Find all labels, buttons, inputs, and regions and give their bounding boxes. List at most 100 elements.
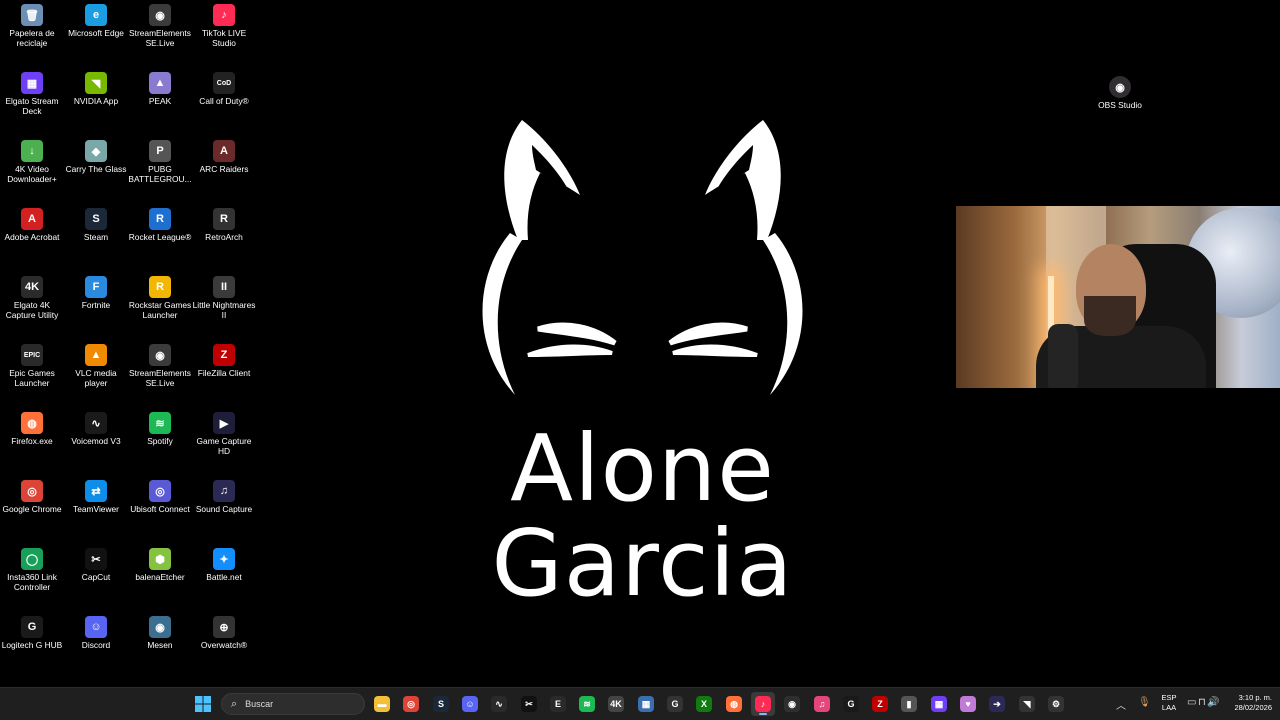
desktop-icon-label: Overwatch® bbox=[200, 640, 248, 650]
taskbar-app-button[interactable]: ▦ bbox=[634, 692, 658, 716]
desktop-icon-label: Rocket League® bbox=[128, 232, 192, 242]
desktop-icon[interactable]: ⇄ TeamViewer bbox=[64, 476, 128, 514]
desktop-icon[interactable]: e Microsoft Edge bbox=[64, 0, 128, 38]
desktop-icon[interactable]: R Rocket League® bbox=[128, 204, 192, 242]
taskbar-app-button[interactable]: ♫ bbox=[810, 692, 834, 716]
desktop-icon[interactable]: Z FileZilla Client bbox=[192, 340, 256, 378]
wallpaper-logo: Alone Garcia bbox=[470, 115, 815, 617]
taskbar-app-button[interactable]: X bbox=[692, 692, 716, 716]
desktop-icon-label: RetroArch bbox=[205, 232, 243, 242]
fortnite-icon: F bbox=[85, 276, 107, 298]
taskbar-app-button[interactable]: S bbox=[429, 692, 453, 716]
desktop-icon[interactable]: P PUBG BATTLEGROU... bbox=[128, 136, 192, 184]
taskbar-app-button[interactable]: 4K bbox=[604, 692, 628, 716]
desktop-icon[interactable]: ◉ Mesen bbox=[128, 612, 192, 650]
desktop-icon[interactable]: F Fortnite bbox=[64, 272, 128, 310]
desktop-icon[interactable]: ▲ PEAK bbox=[128, 68, 192, 106]
taskbar-app-button[interactable]: ◉ bbox=[780, 692, 804, 716]
desktop-icon[interactable]: ⬢ balenaEtcher bbox=[128, 544, 192, 582]
desktop-icon[interactable]: ▦ Elgato Stream Deck bbox=[0, 68, 64, 116]
steam-icon: S bbox=[85, 208, 107, 230]
4k-video-downloader-icon: ↓ bbox=[21, 140, 43, 162]
desktop-icon[interactable]: G Logitech G HUB bbox=[0, 612, 64, 650]
nvidia-icon: ◥ bbox=[1019, 696, 1035, 712]
desktop-icon[interactable]: R Rockstar Games Launcher bbox=[128, 272, 192, 320]
taskbar-app-button[interactable]: ☺ bbox=[458, 692, 482, 716]
desktop-icon-label: Google Chrome bbox=[2, 504, 62, 514]
desktop-icon-label: Logitech G HUB bbox=[1, 640, 63, 650]
desktop-icon[interactable]: ▲ VLC media player bbox=[64, 340, 128, 388]
start-button[interactable] bbox=[191, 692, 215, 716]
desktop-icon[interactable]: II Little Nightmares II bbox=[192, 272, 256, 320]
desktop-icon[interactable]: ✂ CapCut bbox=[64, 544, 128, 582]
desktop-icon[interactable]: ⊕ Overwatch® bbox=[192, 612, 256, 650]
taskbar-app-button[interactable]: ✂ bbox=[517, 692, 541, 716]
desktop-icon[interactable]: ◉ StreamElements SE.Live bbox=[128, 340, 192, 388]
desktop-icon[interactable]: R RetroArch bbox=[192, 204, 256, 242]
taskbar-app-button[interactable]: ♥ bbox=[956, 692, 980, 716]
desktop-icon[interactable]: ◎ Ubisoft Connect bbox=[128, 476, 192, 514]
taskbar-app-button[interactable]: E bbox=[546, 692, 570, 716]
desktop-icon[interactable]: ↓ 4K Video Downloader+ bbox=[0, 136, 64, 184]
desktop-icon[interactable]: ▶ Game Capture HD bbox=[192, 408, 256, 456]
wallpaper-title-line1: Alone bbox=[510, 415, 775, 522]
taskbar-app-button[interactable]: G bbox=[839, 692, 863, 716]
desktop-icon[interactable]: ≋ Spotify bbox=[128, 408, 192, 446]
taskbar-clock[interactable]: 3:10 p. m. 28/02/2026 bbox=[1222, 693, 1272, 713]
taskbar-app-button[interactable]: ≋ bbox=[575, 692, 599, 716]
game-capture-icon: ▶ bbox=[213, 412, 235, 434]
taskbar-app-button[interactable]: Z bbox=[868, 692, 892, 716]
desktop-icon-label: balenaEtcher bbox=[135, 572, 185, 582]
taskbar-app-button[interactable]: ∿ bbox=[487, 692, 511, 716]
volume-icon[interactable]: 🔊 bbox=[1207, 697, 1219, 708]
network-icon[interactable]: ⊓ bbox=[1198, 697, 1206, 708]
taskbar-app-button[interactable]: ▬ bbox=[370, 692, 394, 716]
voicemod-icon: ∿ bbox=[85, 412, 107, 434]
language-indicator[interactable]: ESP LAA bbox=[1160, 693, 1178, 713]
desktop-icon[interactable]: CoD Call of Duty® bbox=[192, 68, 256, 106]
sound-capture-icon: ♫ bbox=[213, 480, 235, 502]
desktop-icon[interactable]: ◍ Firefox.exe bbox=[0, 408, 64, 446]
search-icon: ⌕ bbox=[231, 697, 238, 710]
taskbar-search[interactable]: ⌕ bbox=[221, 693, 365, 715]
taskbar-app-button[interactable]: ◥ bbox=[1015, 692, 1039, 716]
display-icon[interactable]: ▭ bbox=[1187, 697, 1196, 708]
taskbar-app-button[interactable]: G bbox=[663, 692, 687, 716]
taskbar-app-button[interactable]: ♪ bbox=[751, 692, 775, 716]
desktop-icon-obs-studio[interactable]: ◉ OBS Studio bbox=[1088, 72, 1152, 110]
desktop-icon[interactable]: A ARC Raiders bbox=[192, 136, 256, 174]
taskbar-app-button[interactable]: ◍ bbox=[722, 692, 746, 716]
desktop-icon[interactable]: A Adobe Acrobat bbox=[0, 204, 64, 242]
desktop-icon[interactable]: ☺ Discord bbox=[64, 612, 128, 650]
firefox-icon: ◍ bbox=[726, 696, 742, 712]
desktop-icon-label: Elgato Stream Deck bbox=[5, 96, 59, 116]
desktop-icon[interactable]: 🗑 Papelera de reciclaje bbox=[0, 0, 64, 48]
desktop-icon[interactable]: S Steam bbox=[64, 204, 128, 242]
battlenet-icon: ✦ bbox=[213, 548, 235, 570]
chevron-up-icon[interactable]: ︿ bbox=[1116, 697, 1126, 712]
pubg-icon: P bbox=[149, 140, 171, 162]
desktop-icon[interactable]: ◉ StreamElements SE.Live bbox=[128, 0, 192, 48]
taskbar-app-button[interactable]: ⚙ bbox=[1044, 692, 1068, 716]
desktop-icon-label: TikTok LIVE Studio bbox=[201, 28, 247, 48]
taskbar-app-button[interactable]: ▦ bbox=[927, 692, 951, 716]
desktop-icon[interactable]: ◆ Carry The Glass bbox=[64, 136, 128, 174]
microphone-icon[interactable]: 🎙 bbox=[1138, 697, 1151, 708]
desktop-icon[interactable]: ◥ NVIDIA App bbox=[64, 68, 128, 106]
taskbar-app-button[interactable]: ▮ bbox=[897, 692, 921, 716]
taskbar-app-button[interactable]: ➔ bbox=[985, 692, 1009, 716]
desktop-icon-label: Mesen bbox=[147, 640, 173, 650]
desktop-icon-label: VLC media player bbox=[75, 368, 117, 388]
desktop-icon[interactable]: ◎ Google Chrome bbox=[0, 476, 64, 514]
desktop-icon[interactable]: 4K Elgato 4K Capture Utility bbox=[0, 272, 64, 320]
desktop-icon[interactable]: ∿ Voicemod V3 bbox=[64, 408, 128, 446]
desktop-icon[interactable]: EPIC Epic Games Launcher bbox=[0, 340, 64, 388]
taskbar-app-button[interactable]: ◎ bbox=[399, 692, 423, 716]
capcut-icon: ✂ bbox=[85, 548, 107, 570]
desktop-icon[interactable]: ♪ TikTok LIVE Studio bbox=[192, 0, 256, 48]
epic-games-icon: EPIC bbox=[21, 344, 43, 366]
desktop-icon[interactable]: ◯ Insta360 Link Controller bbox=[0, 544, 64, 592]
desktop-icon[interactable]: ♫ Sound Capture bbox=[192, 476, 256, 514]
desktop-icon[interactable]: ✦ Battle.net bbox=[192, 544, 256, 582]
search-input[interactable] bbox=[243, 698, 348, 710]
